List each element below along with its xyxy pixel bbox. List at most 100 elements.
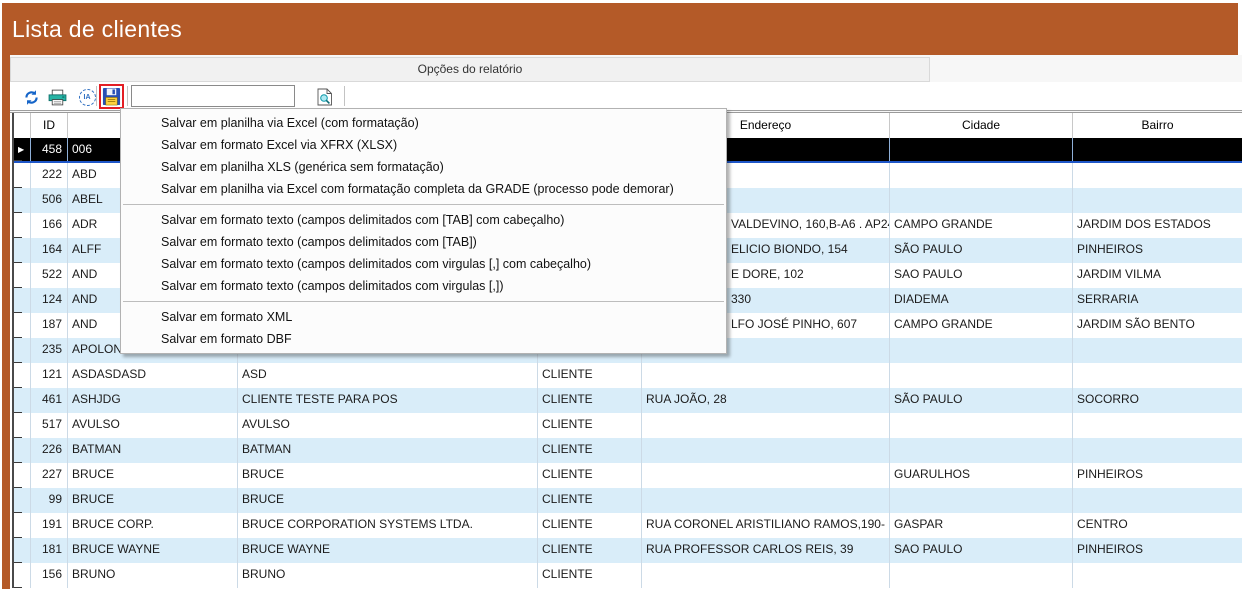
cell-bairro[interactable] [1073, 438, 1242, 463]
cell-indicator[interactable] [14, 288, 31, 313]
cell-nome[interactable]: BRUCE CORPORATION SYSTEMS LTDA. [238, 513, 538, 538]
cell-bairro[interactable] [1073, 413, 1242, 438]
cell-indicator[interactable] [14, 513, 31, 538]
cell-codigo[interactable]: BRUCE WAYNE [68, 538, 238, 563]
cell-nome[interactable]: BRUCE [238, 463, 538, 488]
cell-indicator[interactable] [14, 163, 31, 188]
cell-nome[interactable]: BRUCE [238, 488, 538, 513]
table-row[interactable]: 156BRUNOBRUNOCLIENTE [14, 563, 1242, 588]
cell-codigo[interactable]: ASHJDG [68, 388, 238, 413]
cell-indicator[interactable] [14, 463, 31, 488]
cell-id[interactable]: 121 [31, 363, 68, 388]
cell-endereco[interactable] [642, 463, 890, 488]
table-row[interactable]: 461ASHJDGCLIENTE TESTE PARA POSCLIENTERU… [14, 388, 1242, 413]
cell-id[interactable]: 124 [31, 288, 68, 313]
cell-bairro[interactable]: PINHEIROS [1073, 463, 1242, 488]
cell-tipo[interactable]: CLIENTE [538, 413, 642, 438]
cell-indicator[interactable] [14, 188, 31, 213]
cell-indicator[interactable] [14, 363, 31, 388]
cell-bairro[interactable]: CENTRO [1073, 513, 1242, 538]
cell-indicator[interactable] [14, 438, 31, 463]
cell-cidade[interactable] [890, 163, 1073, 188]
cell-tipo[interactable]: CLIENTE [538, 563, 642, 588]
menu-item[interactable]: Salvar em formato texto (campos delimita… [121, 253, 726, 275]
cell-tipo[interactable]: CLIENTE [538, 488, 642, 513]
cell-codigo[interactable]: AVULSO [68, 413, 238, 438]
cell-codigo[interactable]: BRUCE CORP. [68, 513, 238, 538]
cell-cidade[interactable]: GASPAR [890, 513, 1073, 538]
cell-id[interactable]: 226 [31, 438, 68, 463]
cell-nome[interactable]: ASD [238, 363, 538, 388]
cell-tipo[interactable]: CLIENTE [538, 538, 642, 563]
cell-id[interactable]: 191 [31, 513, 68, 538]
cell-endereco[interactable]: RUA CORONEL ARISTILIANO RAMOS,190- [642, 513, 890, 538]
cell-indicator[interactable] [14, 388, 31, 413]
cell-bairro[interactable] [1073, 163, 1242, 188]
save-button[interactable] [101, 86, 122, 108]
cell-cidade[interactable] [890, 138, 1073, 161]
cell-id[interactable]: 461 [31, 388, 68, 413]
menu-item[interactable]: Salvar em formato texto (campos delimita… [121, 231, 726, 253]
cell-bairro[interactable]: PINHEIROS [1073, 538, 1242, 563]
cell-id[interactable]: 522 [31, 263, 68, 288]
cell-cidade[interactable]: SÃO PAULO [890, 238, 1073, 263]
cell-cidade[interactable] [890, 338, 1073, 363]
cell-cidade[interactable] [890, 413, 1073, 438]
cell-bairro[interactable] [1073, 338, 1242, 363]
menu-item[interactable]: Salvar em formato XML [121, 306, 726, 328]
cell-cidade[interactable] [890, 438, 1073, 463]
cell-bairro[interactable] [1073, 363, 1242, 388]
column-header-id[interactable]: ID [31, 113, 68, 138]
menu-item[interactable]: Salvar em formato texto (campos delimita… [121, 275, 726, 297]
cell-endereco[interactable] [642, 438, 890, 463]
tab-opcoes-do-relatorio[interactable]: Opções do relatório [10, 57, 930, 82]
cell-tipo[interactable]: CLIENTE [538, 438, 642, 463]
menu-item[interactable]: Salvar em planilha via Excel com formata… [121, 178, 726, 200]
cell-codigo[interactable]: BRUCE [68, 463, 238, 488]
cell-cidade[interactable] [890, 363, 1073, 388]
cell-id[interactable]: 506 [31, 188, 68, 213]
menu-item[interactable]: Salvar em formato texto (campos delimita… [121, 209, 726, 231]
cell-bairro[interactable] [1073, 188, 1242, 213]
cell-indicator[interactable] [14, 263, 31, 288]
cell-indicator[interactable] [14, 313, 31, 338]
cell-cidade[interactable]: SAO PAULO [890, 263, 1073, 288]
table-row[interactable]: 227BRUCEBRUCECLIENTEGUARULHOSPINHEIROS [14, 463, 1242, 488]
cell-codigo[interactable]: BATMAN [68, 438, 238, 463]
cell-cidade[interactable]: CAMPO GRANDE [890, 313, 1073, 338]
column-header-indicator[interactable] [14, 113, 31, 138]
print-button[interactable] [46, 86, 68, 108]
cell-bairro[interactable]: JARDIM VILMA [1073, 263, 1242, 288]
cell-cidade[interactable]: CAMPO GRANDE [890, 213, 1073, 238]
cell-indicator[interactable] [14, 488, 31, 513]
table-row[interactable]: 191BRUCE CORP.BRUCE CORPORATION SYSTEMS … [14, 513, 1242, 538]
cell-id[interactable]: 156 [31, 563, 68, 588]
cell-tipo[interactable]: CLIENTE [538, 463, 642, 488]
table-row[interactable]: 517AVULSOAVULSOCLIENTE [14, 413, 1242, 438]
cell-id[interactable]: 517 [31, 413, 68, 438]
cell-indicator[interactable] [14, 413, 31, 438]
cell-cidade[interactable] [890, 488, 1073, 513]
cell-tipo[interactable]: CLIENTE [538, 363, 642, 388]
cell-endereco[interactable] [642, 413, 890, 438]
cell-nome[interactable]: BATMAN [238, 438, 538, 463]
cell-id[interactable]: 99 [31, 488, 68, 513]
preview-button[interactable] [314, 86, 336, 108]
cell-id[interactable]: 458 [31, 138, 68, 161]
cell-codigo[interactable]: ASDASDASD [68, 363, 238, 388]
cell-indicator[interactable] [14, 338, 31, 363]
cell-endereco[interactable] [642, 363, 890, 388]
cell-indicator[interactable] [14, 213, 31, 238]
cell-bairro[interactable]: PINHEIROS [1073, 238, 1242, 263]
table-row[interactable]: 121ASDASDASDASDCLIENTE [14, 363, 1242, 388]
menu-item[interactable]: Salvar em formato DBF [121, 328, 726, 350]
summary-ia-button[interactable]: IA [76, 86, 98, 108]
cell-bairro[interactable] [1073, 563, 1242, 588]
cell-tipo[interactable]: CLIENTE [538, 513, 642, 538]
cell-indicator[interactable] [14, 538, 31, 563]
cell-indicator[interactable] [14, 563, 31, 588]
cell-indicator[interactable] [14, 238, 31, 263]
cell-id[interactable]: 181 [31, 538, 68, 563]
cell-bairro[interactable]: JARDIM DOS ESTADOS [1073, 213, 1242, 238]
column-header-bairro[interactable]: Bairro [1073, 113, 1242, 138]
